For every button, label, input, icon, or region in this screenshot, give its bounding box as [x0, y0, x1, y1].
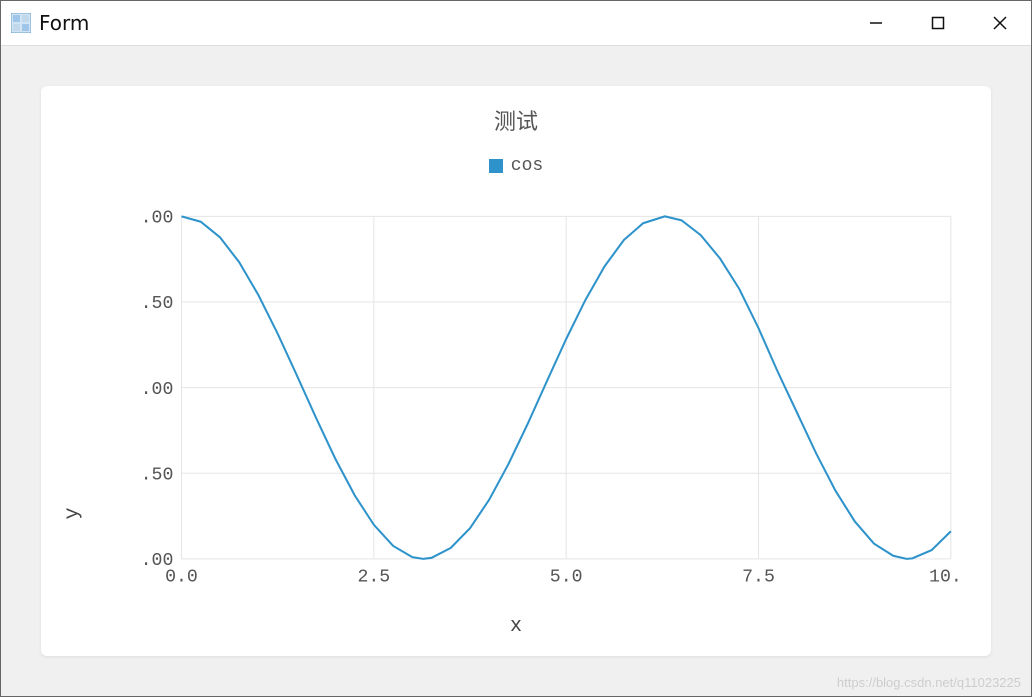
svg-text:7.5: 7.5 [742, 567, 775, 588]
plot-area[interactable]: 0.02.55.07.510.0-1.00-0.500.000.501.00 [141, 206, 961, 590]
svg-text:-1.00: -1.00 [141, 550, 173, 571]
svg-text:0.50: 0.50 [141, 293, 173, 314]
x-axis-label: x [41, 615, 991, 638]
window-title: Form [39, 11, 89, 35]
svg-text:1.00: 1.00 [141, 207, 173, 228]
app-window: Form 测试 cos [0, 0, 1032, 697]
svg-text:-0.50: -0.50 [141, 464, 173, 485]
maximize-button[interactable] [907, 1, 969, 45]
chart-card: 测试 cos y 0.02.55.07.510.0-1.00-0.500.000… [41, 86, 991, 656]
content-area: 测试 cos y 0.02.55.07.510.0-1.00-0.500.000… [1, 46, 1031, 696]
title-left: Form [1, 11, 89, 35]
legend-series-label: cos [511, 156, 543, 176]
close-button[interactable] [969, 1, 1031, 45]
chart-legend[interactable]: cos [41, 156, 991, 176]
app-icon [11, 13, 31, 33]
svg-text:10.0: 10.0 [929, 567, 961, 588]
watermark-text: https://blog.csdn.net/q11023225 [837, 675, 1021, 690]
svg-text:0.00: 0.00 [141, 379, 173, 400]
legend-swatch-icon [489, 159, 503, 173]
minimize-button[interactable] [845, 1, 907, 45]
titlebar[interactable]: Form [1, 1, 1031, 46]
chart-title: 测试 [41, 104, 991, 136]
plot-svg: 0.02.55.07.510.0-1.00-0.500.000.501.00 [141, 206, 961, 590]
window-controls [845, 1, 1031, 45]
svg-text:2.5: 2.5 [357, 567, 390, 588]
svg-text:5.0: 5.0 [550, 567, 583, 588]
